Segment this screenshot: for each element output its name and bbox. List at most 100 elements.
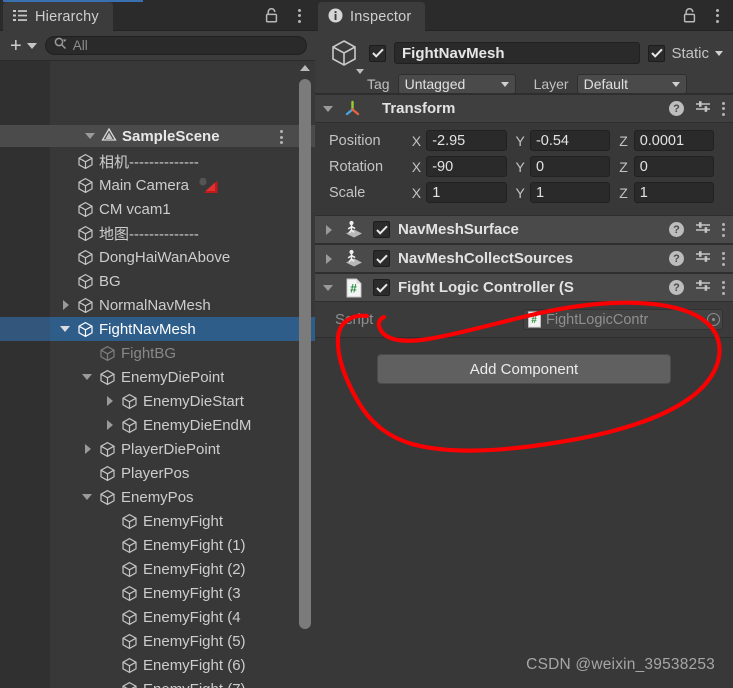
scale-z-input[interactable]: 1	[633, 182, 714, 203]
help-icon[interactable]: ?	[669, 222, 684, 237]
create-gameobject-button[interactable]: +	[10, 36, 37, 56]
kebab-menu-icon[interactable]	[709, 7, 725, 25]
chevron-down-icon[interactable]	[82, 371, 94, 383]
kebab-menu-icon[interactable]	[722, 251, 725, 266]
rotation-y-input[interactable]: 0	[529, 156, 611, 177]
rotation-z-input[interactable]: 0	[633, 156, 714, 177]
tree-row-enemyfight-7[interactable]: EnemyFight (7)	[0, 677, 315, 688]
tree-row-label: EnemyDiePoint	[121, 368, 225, 386]
tree-row-enemypos[interactable]: EnemyPos	[0, 485, 315, 509]
add-component-button[interactable]: Add Component	[377, 354, 671, 384]
gameobject-cube-icon	[77, 297, 94, 314]
tree-row-enemyfight-6[interactable]: EnemyFight (6)	[0, 653, 315, 677]
tree-row-cm-vcam1[interactable]: CM vcam1	[0, 197, 315, 221]
tree-row-normalnavmesh[interactable]: NormalNavMesh	[0, 293, 315, 317]
lock-icon[interactable]	[263, 7, 279, 25]
position-x-input[interactable]: -2.95	[426, 130, 507, 151]
component-header-navmeshcollectsources[interactable]: NavMeshCollectSources?	[315, 244, 733, 273]
kebab-menu-icon[interactable]	[722, 101, 725, 116]
tree-row-playerdiepoint[interactable]: PlayerDiePoint	[0, 437, 315, 461]
tab-hierarchy[interactable]: Hierarchy	[3, 2, 113, 31]
tree-row-scene[interactable]: SampleScene	[0, 125, 315, 147]
scene-name-label: SampleScene	[122, 127, 220, 145]
component-enabled-checkbox[interactable]	[373, 279, 390, 296]
object-picker-icon[interactable]	[707, 313, 720, 326]
hierarchy-toolbar: + All	[0, 31, 315, 61]
search-input[interactable]: All	[44, 36, 307, 55]
component-header-fight-logic-controller-s[interactable]: # Fight Logic Controller (S?	[315, 273, 733, 302]
scroll-up-arrow-icon[interactable]	[300, 65, 310, 71]
component-enabled-checkbox[interactable]	[373, 221, 390, 238]
preset-icon[interactable]	[695, 220, 711, 240]
gameobject-name-field[interactable]: FightNavMesh	[394, 42, 641, 64]
chevron-down-icon[interactable]	[356, 69, 364, 74]
tree-row-enemydieendm[interactable]: EnemyDieEndM	[0, 413, 315, 437]
component-list: NavMeshSurface? NavMeshCollectSources? # Fi…	[315, 215, 733, 302]
scale-x-input[interactable]: 1	[426, 182, 507, 203]
chevron-right-icon[interactable]	[104, 395, 116, 407]
kebab-menu-icon[interactable]	[722, 280, 725, 295]
tree-row-enemydiepoint[interactable]: EnemyDiePoint	[0, 365, 315, 389]
chevron-down-icon[interactable]	[323, 282, 335, 294]
tree-row-enemyfight-2[interactable]: EnemyFight (2)	[0, 557, 315, 581]
tree-row-enemyfight-5[interactable]: EnemyFight (5)	[0, 629, 315, 653]
chevron-down-icon[interactable]	[82, 491, 94, 503]
chevron-right-icon[interactable]	[82, 443, 94, 455]
chevron-right-icon[interactable]	[323, 253, 335, 265]
axis-label-z: Z	[619, 132, 628, 149]
preset-icon[interactable]	[695, 249, 711, 269]
tree-row-enemydiestart[interactable]: EnemyDieStart	[0, 389, 315, 413]
static-checkbox[interactable]	[648, 44, 666, 62]
tree-row-[interactable]: 地图--------------	[0, 221, 315, 245]
tree-row-main-camera[interactable]: Main Camera	[0, 173, 315, 197]
help-icon[interactable]: ?	[669, 251, 684, 266]
hierarchy-tree[interactable]: SampleScene 相机-------------- Main Camera C…	[0, 61, 315, 688]
position-y-input[interactable]: -0.54	[529, 130, 611, 151]
hierarchy-scrollbar[interactable]	[299, 65, 311, 686]
tree-row-[interactable]: 相机--------------	[0, 149, 315, 173]
preset-icon[interactable]	[695, 278, 711, 298]
gameobject-enabled-checkbox[interactable]	[369, 44, 386, 62]
chevron-down-icon[interactable]	[85, 130, 97, 142]
scale-y-input[interactable]: 1	[529, 182, 611, 203]
tree-row-enemyfight-3[interactable]: EnemyFight (3	[0, 581, 315, 605]
kebab-menu-icon[interactable]	[291, 7, 307, 25]
tree-row-playerpos[interactable]: PlayerPos	[0, 461, 315, 485]
lock-icon[interactable]	[681, 7, 697, 25]
tree-row-label: PlayerPos	[121, 464, 190, 482]
tag-dropdown[interactable]: Untagged	[397, 74, 516, 94]
component-header-navmeshsurface[interactable]: NavMeshSurface?	[315, 215, 733, 244]
rotation-x-input[interactable]: -90	[426, 156, 507, 177]
tab-inspector[interactable]: Inspector	[318, 2, 426, 31]
tree-row-donghaiwanabove[interactable]: DongHaiWanAbove	[0, 245, 315, 269]
hierarchy-panel: Hierarchy + All SampleScene 相机----------…	[0, 0, 315, 688]
chevron-right-icon[interactable]	[60, 299, 72, 311]
preset-icon[interactable]	[695, 99, 711, 119]
gameobject-header: FightNavMesh Static Tag Untagged Layer D…	[315, 31, 733, 94]
kebab-menu-icon[interactable]	[280, 130, 283, 144]
chevron-down-icon[interactable]	[60, 323, 72, 335]
script-object-field[interactable]: # FightLogicContr	[523, 309, 723, 330]
tree-row-enemyfight-4[interactable]: EnemyFight (4	[0, 605, 315, 629]
chevron-down-icon[interactable]	[323, 103, 335, 115]
hierarchy-tab-label: Hierarchy	[35, 8, 99, 25]
tree-row-fightnavmesh[interactable]: FightNavMesh	[0, 317, 315, 341]
help-icon[interactable]: ?	[669, 280, 684, 295]
kebab-menu-icon[interactable]	[722, 222, 725, 237]
help-icon[interactable]: ?	[669, 101, 684, 116]
tree-row-fightbg[interactable]: FightBG	[0, 341, 315, 365]
component-enabled-checkbox[interactable]	[373, 250, 390, 267]
chevron-right-icon[interactable]	[104, 419, 116, 431]
transform-component-header[interactable]: Transform ?	[315, 94, 733, 123]
chevron-right-icon[interactable]	[323, 224, 335, 236]
tree-row-enemyfight-1[interactable]: EnemyFight (1)	[0, 533, 315, 557]
chevron-down-icon[interactable]	[715, 50, 723, 56]
scrollbar-thumb[interactable]	[299, 79, 311, 629]
tree-row-enemyfight[interactable]: EnemyFight	[0, 509, 315, 533]
layer-dropdown[interactable]: Default	[576, 74, 687, 94]
position-z-input[interactable]: 0.0001	[633, 130, 714, 151]
tree-row-label: PlayerDiePoint	[121, 440, 221, 458]
tree-row-bg[interactable]: BG	[0, 269, 315, 293]
